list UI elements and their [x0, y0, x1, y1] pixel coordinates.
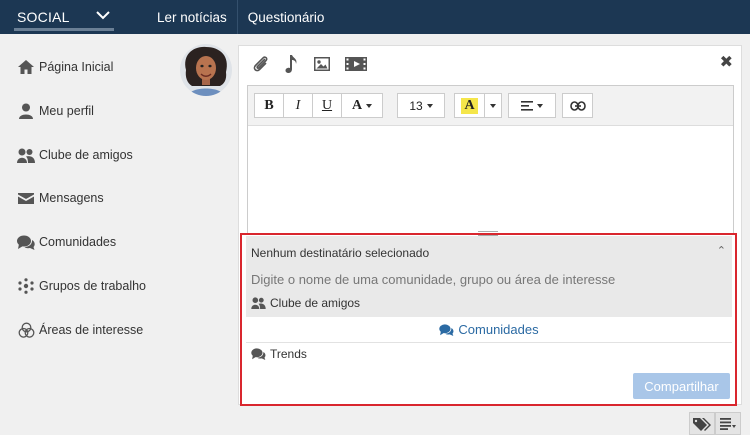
media-attachment-row — [251, 54, 367, 77]
link-icon — [569, 100, 586, 111]
bold-button[interactable]: B — [254, 93, 283, 118]
image-icon[interactable] — [313, 56, 331, 75]
comments-icon — [439, 323, 454, 336]
sidebar-item-label: Clube de amigos — [39, 148, 133, 162]
friends-icon — [251, 297, 266, 309]
sidebar-item-clube-de-amigos[interactable]: Clube de amigos — [16, 145, 133, 165]
tags-icon — [693, 417, 711, 431]
recipient-header: Nenhum destinatário selecionado ⌃ Digite… — [246, 236, 732, 317]
list-options-button[interactable] — [715, 412, 741, 435]
sidebar-item-label: Áreas de interesse — [39, 323, 144, 337]
align-left-icon — [521, 100, 533, 111]
comments-icon — [251, 348, 266, 360]
friends-icon — [16, 146, 36, 164]
align-select[interactable] — [508, 93, 556, 118]
network-icon — [16, 277, 36, 295]
collapse-icon[interactable]: ⌃ — [717, 244, 726, 257]
highlight-color-button[interactable]: A — [454, 93, 484, 118]
user-icon — [16, 102, 36, 120]
recipient-option-clube-de-amigos[interactable]: Clube de amigos — [251, 296, 360, 310]
sidebar-item-comunidades[interactable]: Comunidades — [16, 232, 116, 252]
top-navbar: SOCIAL Ler notícias Questionário — [0, 0, 750, 34]
social-menu[interactable]: SOCIAL — [0, 0, 128, 34]
recipient-option-trends[interactable]: Trends — [251, 347, 307, 361]
comments-icon — [16, 233, 36, 251]
link-button[interactable] — [562, 93, 593, 118]
music-note-icon[interactable] — [285, 54, 299, 77]
sidebar-item-meu-perfil[interactable]: Meu perfil — [16, 101, 94, 121]
avatar[interactable] — [180, 44, 232, 96]
list-icon — [720, 417, 736, 430]
highlight-dropdown-button[interactable] — [484, 93, 502, 118]
envelope-icon — [16, 189, 36, 207]
caret-down-icon — [537, 103, 543, 108]
sidebar-item-mensagens[interactable]: Mensagens — [16, 188, 104, 208]
tags-button[interactable] — [689, 412, 715, 435]
chevron-down-icon — [96, 11, 110, 20]
brand-label: SOCIAL — [17, 9, 70, 25]
sidebar-item-pagina-inicial[interactable]: Página Inicial — [16, 57, 113, 77]
editor-toolbar: B I U A 13 A — [248, 86, 733, 126]
recipient-option-label: Comunidades — [458, 322, 539, 337]
recipient-option-label: Clube de amigos — [270, 296, 361, 310]
recipient-status: Nenhum destinatário selecionado — [251, 246, 430, 260]
font-size-select[interactable]: 13 — [397, 93, 445, 118]
home-icon — [16, 58, 36, 76]
sidebar-item-label: Comunidades — [39, 235, 117, 249]
rich-text-editor: B I U A 13 A — [247, 85, 734, 236]
sidebar-item-areas-de-interesse[interactable]: Áreas de interesse — [16, 320, 143, 340]
nav-questionario[interactable]: Questionário — [236, 0, 335, 34]
font-color-button[interactable]: A — [341, 93, 383, 118]
italic-button[interactable]: I — [283, 93, 312, 118]
sidebar-item-grupos-de-trabalho[interactable]: Grupos de trabalho — [16, 276, 146, 296]
sidebar-item-label: Grupos de trabalho — [39, 279, 147, 293]
share-button[interactable]: Compartilhar — [633, 373, 730, 399]
close-icon[interactable]: ✖ — [720, 52, 733, 72]
active-underline — [14, 28, 114, 31]
recipient-search-input[interactable]: Digite o nome de uma comunidade, grupo o… — [251, 272, 615, 287]
bottom-toolbar — [689, 412, 741, 435]
recipient-option-label: Trends — [270, 347, 307, 361]
nav-ler-noticias[interactable]: Ler notícias — [147, 0, 237, 34]
sidebar-item-label: Mensagens — [39, 191, 104, 205]
caret-down-icon — [366, 103, 373, 108]
caret-down-icon — [490, 103, 496, 108]
paperclip-icon[interactable] — [251, 54, 271, 77]
sidebar-item-label: Página Inicial — [39, 60, 114, 74]
highlight-label: A — [461, 97, 478, 114]
font-size-value: 13 — [409, 98, 423, 113]
video-icon[interactable] — [345, 56, 367, 75]
font-color-label: A — [351, 97, 363, 113]
sidebar-item-label: Meu perfil — [39, 104, 94, 118]
caret-down-icon — [426, 103, 433, 108]
underline-button[interactable]: U — [312, 93, 341, 118]
recipient-selector: Nenhum destinatário selecionado ⌃ Digite… — [246, 236, 732, 369]
recipient-option-comunidades[interactable]: Comunidades — [246, 317, 732, 343]
interest-icon — [16, 321, 36, 339]
